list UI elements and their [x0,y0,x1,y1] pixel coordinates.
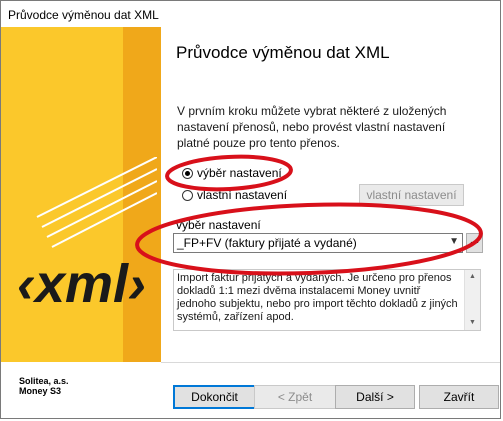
side-banner: ‹xml› [1,27,161,362]
radio-custom-settings[interactable]: vlastní nastavení [182,188,287,202]
footer-separator [161,362,500,363]
intro-text: V prvním kroku můžete vybrat některé z u… [177,104,447,150]
back-button[interactable]: < Zpět [254,385,336,409]
radio-label-select-settings: výběr nastavení [197,166,282,180]
scroll-up-icon[interactable]: ▲ [465,270,480,284]
xml-logo: ‹xml› [7,156,158,327]
radio-select-settings[interactable]: výběr nastavení [182,166,282,180]
vendor-company: Solitea, a.s. [19,376,69,386]
next-button[interactable]: Další > [335,385,415,409]
chevron-down-icon[interactable]: ▼ [449,236,459,247]
wizard-window: Průvodce výměnou dat XML ‹xml› Solitea, … [0,0,501,419]
settings-extra-button[interactable]: … [466,233,483,253]
settings-select-label: výběr nastavení [176,218,261,232]
vendor-info: Solitea, a.s. Money S3 [19,376,69,396]
radio-label-custom-settings: vlastní nastavení [197,188,288,202]
radio-indicator[interactable] [182,189,193,201]
settings-select[interactable]: _FP+FV (faktury přijaté a vydané) ▼ [173,233,463,253]
radio-indicator-checked[interactable] [182,167,193,179]
svg-text:‹xml›: ‹xml› [17,254,146,314]
custom-settings-button[interactable]: vlastní nastavení [359,184,464,206]
page-title: Průvodce výměnou dat XML [176,43,390,62]
description-text: Import faktur přijatých a vydaných. Je u… [177,272,458,323]
title-bar[interactable]: Průvodce výměnou dat XML [1,1,500,27]
close-button[interactable]: Zavřít [419,385,499,409]
settings-select-value: _FP+FV (faktury přijaté a vydané) [177,236,357,250]
window-title: Průvodce výměnou dat XML [8,8,159,22]
scroll-down-icon[interactable]: ▼ [465,316,480,330]
vendor-product: Money S3 [19,386,62,396]
finish-button[interactable]: Dokončit [173,385,256,409]
description-scrollbar[interactable]: ▲ ▼ [464,270,480,330]
description-box: Import faktur přijatých a vydaných. Je u… [173,269,481,331]
